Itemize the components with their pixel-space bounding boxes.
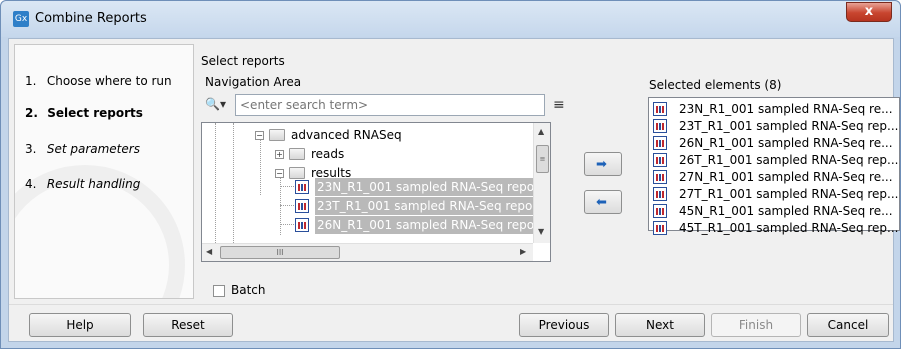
dialog-window: Gx Combine Reports x 1. Choose where to …: [0, 0, 901, 349]
report-icon: [295, 199, 309, 213]
list-item-label: 45T_R1_001 sampled RNA-Seq rep...: [679, 221, 899, 235]
help-button[interactable]: Help: [29, 313, 131, 337]
section-label: Select reports: [201, 54, 285, 68]
scroll-down-icon[interactable]: ▼: [538, 227, 544, 236]
tree-item-label: 26N_R1_001 sampled RNA-Seq repo: [315, 216, 537, 234]
report-icon: [653, 221, 667, 235]
app-icon: Gx: [13, 11, 29, 27]
close-button[interactable]: x: [846, 2, 892, 22]
reset-button[interactable]: Reset: [143, 313, 233, 337]
finish-button[interactable]: Finish: [711, 313, 801, 337]
step-label: Result handling: [46, 177, 141, 191]
list-item-label: 26N_R1_001 sampled RNA-Seq re...: [679, 136, 893, 150]
scroll-thumb[interactable]: ≡: [536, 145, 549, 173]
report-icon: [653, 153, 667, 167]
step-label: Choose where to run: [46, 74, 172, 88]
tree-item-label: advanced RNASeq: [291, 128, 402, 142]
report-icon: [653, 102, 667, 116]
tree-item-label: reads: [311, 147, 345, 161]
step-number: 1.: [25, 74, 37, 88]
horizontal-scrollbar[interactable]: ◀ III ▶: [202, 243, 533, 261]
list-item-label: 23N_R1_001 sampled RNA-Seq re...: [679, 102, 893, 116]
footer-divider: [9, 304, 893, 305]
previous-button[interactable]: Previous: [519, 313, 609, 337]
scroll-thumb[interactable]: III: [220, 246, 340, 259]
folder-icon: [269, 129, 285, 141]
wizard-steps-panel: 1. Choose where to run 2. Select reports…: [14, 44, 194, 299]
dialog-body: 1. Choose where to run 2. Select reports…: [8, 38, 900, 342]
report-icon: [295, 218, 309, 232]
search-row: 🔍▾ ≡: [201, 94, 565, 116]
step-number: 3.: [25, 142, 37, 156]
cancel-button[interactable]: Cancel: [807, 313, 889, 337]
window-title: Combine Reports: [35, 11, 147, 26]
report-icon: [653, 136, 667, 150]
list-item-label: 23T_R1_001 sampled RNA-Seq rep...: [679, 119, 899, 133]
step-set-parameters: 3. Set parameters: [25, 142, 140, 156]
sort-icon[interactable]: ≡: [553, 97, 565, 113]
step-label: Set parameters: [46, 142, 140, 156]
tree-item-label: 23N_R1_001 sampled RNA-Seq repo: [315, 178, 537, 196]
report-icon: [653, 170, 667, 184]
step-result-handling: 4. Result handling: [25, 177, 140, 191]
main-panel: Select reports Navigation Area 🔍▾ ≡ − ad…: [201, 44, 900, 302]
arrow-left-icon: ⬅: [596, 195, 607, 210]
search-icon[interactable]: 🔍▾: [205, 97, 231, 113]
step-number: 4.: [25, 177, 37, 191]
selected-elements-list[interactable]: 23N_R1_001 sampled RNA-Seq re... 23T_R1_…: [648, 97, 900, 235]
search-input[interactable]: [235, 94, 545, 116]
next-button[interactable]: Next: [615, 313, 705, 337]
collapse-icon[interactable]: −: [255, 131, 264, 140]
selected-elements-label: Selected elements (8): [649, 78, 782, 92]
folder-icon: [289, 167, 305, 179]
folder-icon: [289, 148, 305, 160]
scroll-up-icon[interactable]: ▲: [538, 127, 544, 136]
step-label: Select reports: [47, 106, 143, 120]
list-item-label: 27N_R1_001 sampled RNA-Seq re...: [679, 170, 893, 184]
remove-from-selection-button[interactable]: ⬅: [584, 190, 622, 214]
navigation-tree[interactable]: − advanced RNASeq + reads − results 23N_…: [201, 122, 551, 262]
report-icon: [653, 204, 667, 218]
scroll-left-icon[interactable]: ◀: [206, 247, 212, 256]
scroll-right-icon[interactable]: ▶: [520, 247, 526, 256]
report-icon: [295, 180, 309, 194]
add-to-selection-button[interactable]: ➡: [584, 152, 622, 176]
report-icon: [653, 119, 667, 133]
expand-icon[interactable]: +: [275, 150, 284, 159]
tree-item-label: 23T_R1_001 sampled RNA-Seq repo: [315, 197, 535, 215]
arrow-right-icon: ➡: [596, 157, 607, 172]
step-choose-where-to-run: 1. Choose where to run: [25, 74, 172, 88]
list-item-label: 27T_R1_001 sampled RNA-Seq rep...: [679, 187, 899, 201]
list-item-label: 45N_R1_001 sampled RNA-Seq re...: [679, 204, 893, 218]
batch-checkbox[interactable]: [213, 285, 225, 297]
batch-label: Batch: [231, 283, 266, 297]
report-icon: [653, 187, 667, 201]
title-bar[interactable]: Gx Combine Reports x: [1, 1, 900, 37]
navigation-area-label: Navigation Area: [205, 75, 302, 89]
step-select-reports: 2. Select reports: [25, 106, 143, 120]
list-item-label: 26T_R1_001 sampled RNA-Seq rep...: [679, 153, 899, 167]
vertical-scrollbar[interactable]: ▲ ≡ ▼: [533, 123, 550, 243]
collapse-icon[interactable]: −: [275, 169, 284, 178]
step-number: 2.: [25, 106, 38, 120]
